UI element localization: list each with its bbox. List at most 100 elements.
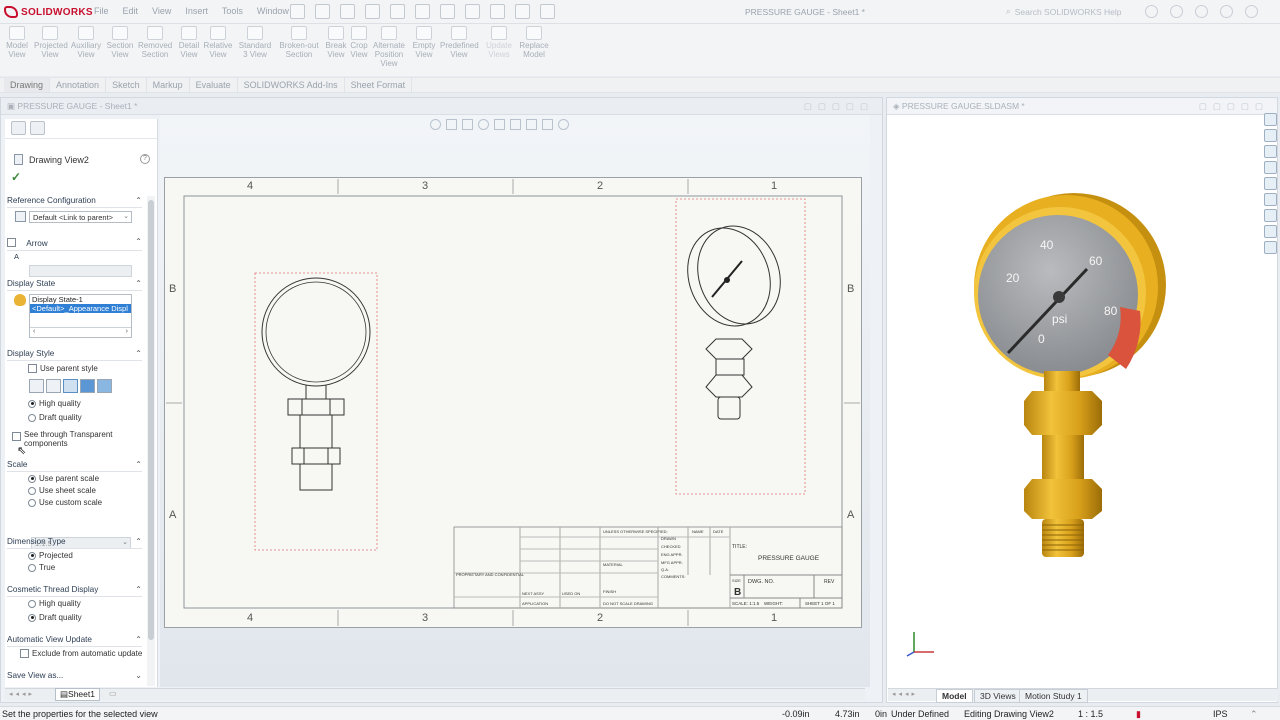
help-icon[interactable] (1170, 5, 1183, 18)
wireframe-icon[interactable] (29, 379, 44, 393)
rebuild-indicator-icon[interactable]: ▮ (1136, 709, 1141, 720)
section-display-state[interactable]: Display State ⌃ (7, 279, 142, 291)
true-option[interactable]: True (28, 563, 55, 572)
thread-high-quality-radio[interactable] (28, 599, 36, 608)
menu-tools[interactable]: Tools (222, 6, 243, 16)
tab-evaluate[interactable]: Evaluate (190, 78, 238, 92)
drawing-window-controls[interactable]: ▢▢▢▢▢ (804, 101, 874, 112)
list-horizontal-scrollbar[interactable]: ‹ › (30, 327, 131, 337)
projected-option[interactable]: Projected (28, 551, 73, 560)
pressure-gauge-3d-model[interactable]: 0 20 40 60 80 psi (960, 185, 1180, 565)
scroll-left-icon[interactable]: ‹ (33, 328, 35, 335)
collapse-chevron-icon[interactable]: ⌃ (135, 349, 142, 358)
shaded-icon[interactable] (97, 379, 112, 393)
scroll-right-icon[interactable]: › (126, 328, 128, 335)
predefined-view-button[interactable]: Predefined View (440, 26, 479, 59)
property-manager-tab-icon[interactable] (11, 121, 26, 135)
close-icon[interactable] (1245, 5, 1258, 18)
hidden-lines-visible-icon[interactable] (46, 379, 61, 393)
true-radio[interactable] (28, 563, 36, 572)
use-parent-style-checkbox[interactable] (28, 364, 37, 373)
help-search[interactable]: ⌕ Search SOLIDWORKS Help (1006, 6, 1122, 17)
help-button[interactable]: ? (140, 154, 150, 164)
projected-view-button[interactable]: Projected View (34, 26, 68, 59)
update-views-button[interactable]: Update Views (484, 26, 514, 59)
tab-3d-views[interactable]: 3D Views (974, 689, 1022, 703)
display-draft-quality-option[interactable]: Draft quality (28, 413, 82, 422)
forum-icon[interactable] (1264, 209, 1277, 222)
tab-model[interactable]: Model (936, 689, 973, 703)
restore-icon[interactable] (1220, 5, 1233, 18)
drawing-view2-selection[interactable] (254, 272, 378, 551)
removed-section-button[interactable]: Removed Section (138, 26, 172, 59)
thread-high-quality-option[interactable]: High quality (28, 599, 81, 608)
print-icon[interactable] (390, 4, 405, 19)
thread-draft-quality-option[interactable]: Draft quality (28, 613, 82, 622)
use-custom-scale-radio[interactable] (28, 498, 36, 507)
add-sheet-icon[interactable]: ▭ (109, 689, 117, 698)
shaded-with-edges-icon[interactable] (80, 379, 95, 393)
thread-draft-quality-radio[interactable] (28, 613, 36, 622)
display-state-list[interactable]: Display State-1 <Default>_Appearance Dis… (29, 294, 132, 338)
see-through-checkbox[interactable] (12, 432, 21, 441)
use-parent-style-option[interactable]: Use parent style (28, 364, 98, 373)
menu-window[interactable]: Window (257, 6, 289, 16)
section-save-view[interactable]: Save View as... ⌄ (7, 671, 142, 682)
display-state-item-selected[interactable]: <Default>_Appearance Displ (30, 304, 131, 313)
rebuild-icon[interactable] (490, 4, 505, 19)
zoom-to-fit-icon[interactable] (430, 119, 441, 130)
menu-edit[interactable]: Edit (123, 6, 139, 16)
use-sheet-scale-radio[interactable] (28, 486, 36, 495)
tab-solidworks-addins[interactable]: SOLIDWORKS Add-Ins (238, 78, 345, 92)
section-cosmetic-thread[interactable]: Cosmetic Thread Display ⌃ (7, 585, 142, 597)
panel-scrollbar[interactable] (147, 196, 155, 686)
empty-view-button[interactable]: Empty View (409, 26, 439, 59)
see-through-transparent-option[interactable]: See through Transparent components (12, 430, 113, 448)
solidworks-resources-icon[interactable] (1264, 113, 1277, 126)
use-custom-scale-option[interactable]: Use custom scale (28, 498, 102, 507)
exclude-auto-update-checkbox[interactable] (20, 649, 29, 658)
model-window-controls[interactable]: ▢▢▢▢▢ (1199, 101, 1269, 112)
previous-view-icon[interactable] (462, 119, 473, 130)
tab-annotation[interactable]: Annotation (50, 78, 107, 92)
user-icon[interactable] (1145, 5, 1158, 18)
options-gear-icon[interactable] (540, 4, 555, 19)
tab-drawing[interactable]: Drawing (4, 78, 51, 92)
tab-sketch[interactable]: Sketch (106, 78, 147, 92)
redo-icon[interactable] (440, 4, 455, 19)
detail-view-button[interactable]: Detail View (174, 26, 204, 59)
display-draft-quality-radio[interactable] (28, 413, 36, 422)
undo-icon[interactable] (415, 4, 430, 19)
plm-icon[interactable] (1264, 225, 1277, 238)
sheet-nav-arrows-icon[interactable]: ◂◂◂▸ (9, 690, 35, 698)
tab-markup[interactable]: Markup (147, 78, 190, 92)
section-reference-configuration[interactable]: Reference Configuration ⌃ (7, 196, 142, 208)
open-folder-icon[interactable] (340, 4, 355, 19)
section-view-toggle-icon[interactable] (494, 119, 505, 130)
use-parent-scale-option[interactable]: Use parent scale (28, 474, 99, 483)
model-tab-nav-icon[interactable]: ◂◂◂▸ (892, 690, 918, 698)
collapse-chevron-icon[interactable]: ⌃ (135, 460, 142, 469)
arrow-checkbox[interactable] (7, 238, 16, 247)
collapse-chevron-icon[interactable]: ⌃ (135, 237, 142, 246)
customize-status-icon[interactable]: ⌃ (1250, 709, 1258, 720)
collapse-chevron-icon[interactable]: ⌃ (135, 585, 142, 594)
use-sheet-scale-option[interactable]: Use sheet scale (28, 486, 96, 495)
section-view-button[interactable]: Section View (105, 26, 135, 59)
select-cursor-icon[interactable] (465, 4, 480, 19)
menu-insert[interactable]: Insert (185, 6, 208, 16)
menu-file[interactable]: File (94, 6, 109, 16)
display-style-icon[interactable] (526, 119, 537, 130)
panel-scroll-thumb[interactable] (148, 200, 154, 640)
standard-3-view-button[interactable]: Standard 3 View (238, 26, 272, 59)
tab-motion-study-1[interactable]: Motion Study 1 (1019, 689, 1088, 703)
rotate-icon[interactable] (478, 119, 489, 130)
appearance-icon[interactable] (558, 119, 569, 130)
arrow-label-field[interactable] (29, 265, 132, 277)
minimize-icon[interactable] (1195, 5, 1208, 18)
expand-chevron-icon[interactable]: ⌄ (135, 671, 142, 680)
design-library-icon[interactable] (1264, 129, 1277, 142)
file-properties-icon[interactable] (515, 4, 530, 19)
appearances-icon[interactable] (1264, 177, 1277, 190)
status-scale[interactable]: 1 : 1.5 (1078, 709, 1103, 719)
